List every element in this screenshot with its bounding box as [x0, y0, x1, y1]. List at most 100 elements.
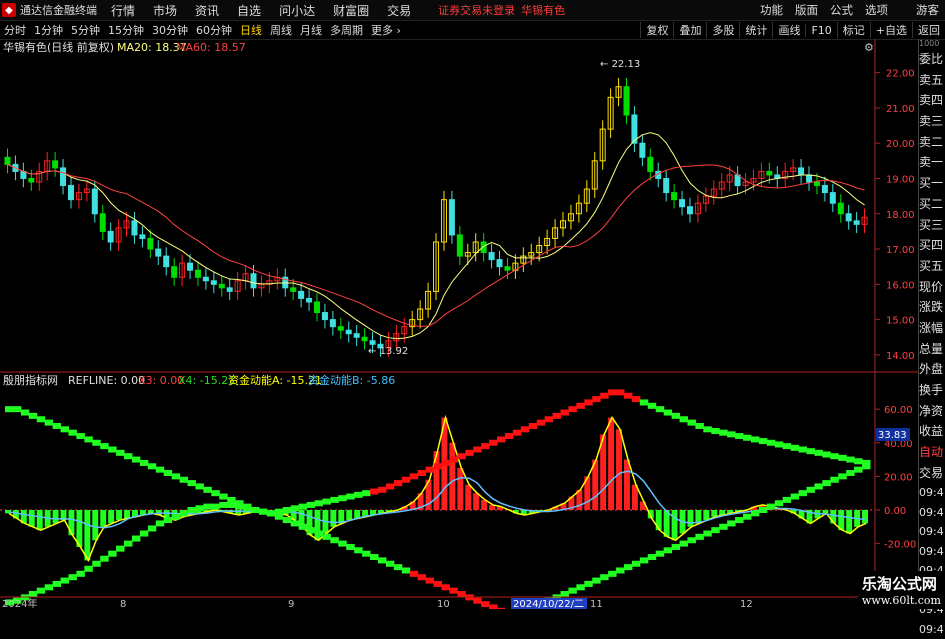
candle-body: [448, 199, 455, 236]
lower-band: [576, 584, 585, 591]
period-60min[interactable]: 60分钟: [196, 22, 232, 38]
period-monthly[interactable]: 月线: [300, 22, 322, 38]
lower-band: [354, 547, 363, 554]
lower-band: [401, 567, 411, 574]
lower-band: [441, 584, 450, 591]
lower-band: [28, 591, 38, 597]
menu-options[interactable]: 选项: [865, 2, 888, 18]
tool-multi-stock[interactable]: 多股: [706, 22, 739, 38]
period-more[interactable]: 更多 ›: [371, 22, 401, 38]
upper-band: [60, 426, 69, 433]
upper-band: [544, 416, 554, 423]
upper-band: [552, 412, 562, 419]
indicator-bar: [330, 509, 337, 527]
menu-trade[interactable]: 交易: [387, 2, 411, 19]
menu-wealth[interactable]: 财富圈: [333, 2, 369, 19]
side-cell: 涨跌: [919, 300, 944, 315]
lower-band: [203, 503, 212, 510]
menu-formula[interactable]: 公式: [830, 2, 853, 18]
lower-band: [266, 510, 276, 517]
indicator-bar: [671, 509, 678, 541]
indicator-bar: [822, 509, 829, 514]
fund-b-label: 资金动能B: -5.86: [308, 373, 395, 387]
upper-band: [854, 458, 863, 465]
lower-band: [481, 601, 490, 608]
period-1min[interactable]: 1分钟: [34, 22, 63, 38]
side-cell: 09:41: [919, 505, 945, 519]
quote-side-panel[interactable]: 1000 委比 卖五 卖四 卖三 卖二 卖一 买一 买二 买三 买四 买五 现价 涨跌 涨幅 总量 外盘 换手净…: [918, 39, 945, 636]
upper-band: [425, 466, 435, 473]
candle-body: [329, 319, 336, 328]
menu-function[interactable]: 功能: [760, 2, 783, 18]
candle-body: [845, 213, 852, 222]
lower-band: [338, 540, 347, 547]
upper-band: [639, 399, 649, 406]
period-30min[interactable]: 30分钟: [152, 22, 188, 38]
menu-markets[interactable]: 市场: [153, 2, 177, 19]
side-cell: 净资: [919, 403, 944, 418]
menu-news[interactable]: 资讯: [195, 2, 219, 19]
y-tick-label: 20.00: [886, 139, 915, 150]
period-intraday[interactable]: 分时: [4, 22, 26, 38]
indicator-bar: [84, 509, 91, 561]
period-daily[interactable]: 日线: [240, 22, 262, 38]
lower-band: [616, 567, 625, 574]
y-tick-label: 17.00: [886, 245, 915, 256]
candle-body: [202, 276, 209, 282]
upper-band: [171, 473, 181, 480]
candle-body: [671, 192, 678, 201]
menu-ask[interactable]: 问小达: [279, 2, 315, 19]
indicator-series: [0, 389, 875, 609]
upper-band: [504, 433, 514, 440]
period-5min[interactable]: 5分钟: [71, 22, 100, 38]
lower-band: [385, 560, 395, 567]
lower-band: [243, 505, 252, 512]
lower-band: [362, 550, 371, 557]
upper-band: [28, 412, 38, 419]
menu-market[interactable]: 行情: [111, 2, 135, 19]
trade-login-status[interactable]: 证券交易未登录: [438, 2, 515, 18]
tool-adjust[interactable]: 复权: [640, 22, 673, 38]
menu-guest[interactable]: 游客: [916, 2, 939, 18]
upper-band: [560, 409, 569, 416]
side-cell: 买一: [919, 176, 944, 191]
upper-band: [489, 439, 498, 446]
lower-band: [409, 570, 419, 577]
candle-body: [663, 177, 670, 194]
x-label-year: 2024年: [2, 597, 37, 609]
lower-band: [750, 510, 760, 517]
period-15min[interactable]: 15分钟: [108, 22, 144, 38]
lower-band: [171, 513, 181, 520]
main-chart-title: 华锡有色(日线 前复权): [3, 40, 114, 54]
lower-band: [608, 570, 617, 577]
tool-stats[interactable]: 统计: [739, 22, 772, 38]
lower-band: [251, 506, 260, 513]
menu-layout[interactable]: 版面: [795, 2, 818, 18]
y-tick-label: 22.00: [886, 69, 915, 80]
chart-tools: 复权 叠加 多股 统计 画线 F10 标记 +自选 返回: [640, 21, 945, 39]
candle-body: [679, 199, 686, 208]
indicator-bar: [449, 442, 456, 510]
gear-icon[interactable]: ⚙: [864, 41, 874, 54]
candle-body: [210, 280, 217, 285]
tool-overlay[interactable]: 叠加: [673, 22, 706, 38]
tool-back[interactable]: 返回: [912, 22, 945, 38]
side-cell: 卖二: [919, 134, 944, 149]
tool-f10[interactable]: F10: [805, 23, 836, 37]
lower-band: [68, 574, 77, 581]
period-weekly[interactable]: 周线: [270, 22, 292, 38]
tool-add-watch[interactable]: +自选: [869, 22, 912, 38]
candle-body: [171, 266, 178, 278]
tool-draw[interactable]: 画线: [772, 22, 805, 38]
upper-band: [758, 438, 768, 445]
menu-watchlist[interactable]: 自选: [237, 2, 261, 19]
candle-body: [155, 248, 162, 257]
upper-band: [481, 443, 490, 450]
candle-body: [313, 301, 320, 314]
period-multi[interactable]: 多周期: [330, 22, 363, 38]
lower-band: [155, 520, 165, 527]
upper-band: [568, 406, 577, 413]
lower-band: [393, 564, 403, 571]
kline-chart[interactable]: 华锡有色(日线 前复权) MA20: 18.37 MA60: 18.57 ⚙ ←…: [0, 39, 918, 609]
tool-mark[interactable]: 标记: [836, 22, 870, 38]
